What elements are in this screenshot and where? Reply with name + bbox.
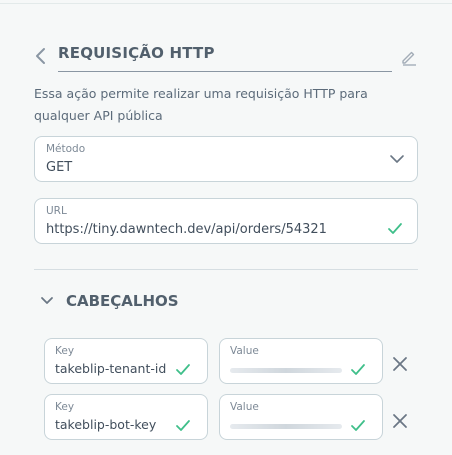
close-icon[interactable] — [392, 356, 408, 372]
method-select[interactable]: Método GET — [34, 136, 418, 182]
action-header: REQUISIÇÃO HTTP — [34, 40, 418, 72]
check-icon — [388, 223, 402, 234]
page-title[interactable]: REQUISIÇÃO HTTP — [58, 44, 215, 62]
key-value: takeblip-tenant-id — [55, 361, 167, 376]
check-icon — [176, 364, 190, 375]
url-field[interactable]: URL https://tiny.dawntech.dev/api/orders… — [34, 198, 418, 244]
pencil-icon[interactable] — [400, 48, 418, 66]
header-value-field[interactable]: Value — [219, 394, 383, 440]
masked-value — [230, 424, 342, 429]
masked-value — [230, 368, 342, 373]
close-icon[interactable] — [392, 413, 408, 429]
title-underline — [58, 71, 392, 72]
check-icon — [351, 420, 365, 431]
value-label: Value — [230, 401, 259, 413]
method-value: GET — [46, 160, 73, 175]
section-divider — [34, 269, 418, 270]
url-label: URL — [46, 205, 67, 217]
url-value: https://tiny.dawntech.dev/api/orders/543… — [46, 222, 327, 237]
method-label: Método — [46, 143, 86, 155]
header-key-field[interactable]: Key takeblip-bot-key — [44, 394, 208, 440]
chevron-left-icon[interactable] — [34, 46, 48, 66]
panel-top-edge — [0, 0, 452, 4]
chevron-down-icon[interactable] — [389, 153, 405, 165]
header-value-field[interactable]: Value — [219, 338, 383, 384]
value-label: Value — [230, 345, 259, 357]
chevron-down-icon — [41, 297, 53, 304]
headers-section-title: CABEÇALHOS — [66, 292, 179, 310]
action-description: Essa ação permite realizar uma requisiçã… — [34, 86, 368, 123]
header-key-field[interactable]: Key takeblip-tenant-id — [44, 338, 208, 384]
check-icon — [176, 420, 190, 431]
key-value: takeblip-bot-key — [55, 417, 157, 432]
check-icon — [351, 364, 365, 375]
key-label: Key — [55, 401, 75, 413]
key-label: Key — [55, 345, 75, 357]
